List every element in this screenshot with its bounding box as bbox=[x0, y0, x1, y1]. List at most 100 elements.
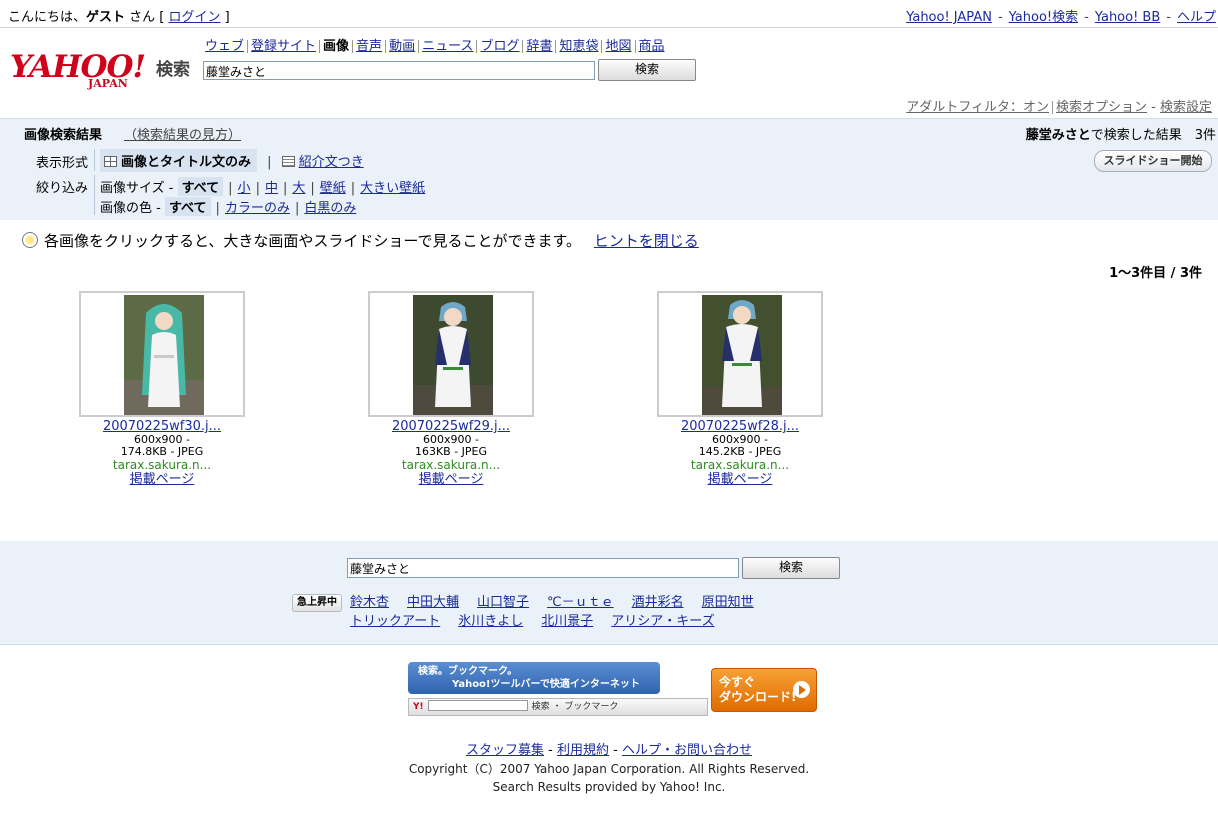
play-icon bbox=[793, 681, 810, 698]
ad-toolbar-preview: Y! 検索 ・ ブックマーク bbox=[408, 698, 708, 716]
display-grid-option: 画像とタイトル文のみ bbox=[100, 149, 258, 172]
slideshow-button[interactable]: スライドショー開始 bbox=[1094, 150, 1212, 172]
staff-recruit-link[interactable]: スタッフ募集 bbox=[466, 743, 544, 758]
bottom-search-button[interactable]: 検索 bbox=[742, 557, 840, 579]
size-all: すべて bbox=[177, 177, 224, 196]
hint-bar: 各画像をクリックすると、大きな画面やスライドショーで見ることができます。 ヒント… bbox=[22, 230, 699, 251]
image-filename-link[interactable]: 20070225wf30.j... bbox=[79, 419, 245, 434]
results-title: 画像検索結果 bbox=[24, 128, 103, 143]
image-result: 20070225wf28.j... 600x900 - 145.2KB - JP… bbox=[657, 291, 823, 488]
howto-link[interactable]: （検索結果の見方） bbox=[124, 124, 241, 143]
search-prefs-link[interactable]: 検索設定 bbox=[1160, 100, 1212, 115]
close-hint-link[interactable]: ヒントを閉じる bbox=[594, 232, 699, 250]
tab-chiebukuro[interactable]: 知恵袋 bbox=[559, 39, 598, 54]
yahoo-logo[interactable]: YAHOO! JAPAN 検索 bbox=[10, 50, 195, 94]
source-page-link[interactable]: 掲載ページ bbox=[419, 472, 484, 487]
login-link[interactable]: ログイン bbox=[169, 10, 221, 25]
size-small[interactable]: 小 bbox=[238, 181, 251, 196]
image-filesize: 145.2KB - JPEG bbox=[698, 445, 782, 458]
color-filter: 画像の色 - すべて | カラーのみ | 白黒のみ bbox=[100, 197, 356, 216]
rising-badge: 急上昇中 bbox=[292, 594, 342, 612]
rising-keyword[interactable]: 酒井彩名 bbox=[632, 595, 684, 610]
terms-link[interactable]: 利用規約 bbox=[557, 743, 609, 758]
pager: 1〜3件目 / 3件 bbox=[1109, 266, 1202, 281]
image-host: tarax.sakura.n... bbox=[112, 458, 212, 472]
image-thumbnail[interactable] bbox=[657, 291, 823, 417]
rising-keywords-row1: 鈴木杏 中田大輔 山口智子 ℃－ｕｔｅ 酒井彩名 原田知世 bbox=[350, 591, 772, 610]
size-large-wallpaper[interactable]: 大きい壁紙 bbox=[360, 181, 425, 196]
source-page-link[interactable]: 掲載ページ bbox=[708, 472, 773, 487]
display-mode: 画像とタイトル文のみ | 紹介文つき bbox=[100, 149, 364, 172]
size-large[interactable]: 大 bbox=[292, 181, 305, 196]
top-bar: こんにちは、ゲスト さん [ ログイン ] Yahoo! JAPAN - Yahoo… bbox=[0, 0, 1218, 28]
search-settings: アダルトフィルタ：オン 検索オプション - 検索設定 bbox=[906, 100, 1212, 115]
logo-japan: JAPAN bbox=[88, 77, 128, 90]
tab-news[interactable]: ニュース bbox=[422, 39, 473, 54]
tab-dictionary[interactable]: 辞書 bbox=[526, 39, 552, 54]
color-only[interactable]: カラーのみ bbox=[225, 201, 290, 216]
tab-map[interactable]: 地図 bbox=[605, 39, 631, 54]
yahoo-japan-link[interactable]: Yahoo! JAPAN bbox=[906, 10, 992, 25]
rising-keyword[interactable]: 北川景子 bbox=[541, 614, 593, 629]
image-result: 20070225wf29.j... 600x900 - 163KB - JPEG… bbox=[368, 291, 534, 488]
adult-filter-link[interactable]: アダルトフィルタ：オン bbox=[906, 100, 1049, 115]
rising-keyword[interactable]: トリックアート bbox=[350, 614, 440, 629]
help-link[interactable]: ヘルプ bbox=[1177, 10, 1216, 25]
result-count: 藤堂みさとで検索した結果 3件 bbox=[1026, 124, 1216, 143]
source-page-link[interactable]: 掲載ページ bbox=[130, 472, 195, 487]
list-icon bbox=[281, 156, 295, 167]
help-contact-link[interactable]: ヘルプ・お問い合わせ bbox=[622, 743, 752, 758]
rising-keyword[interactable]: 鈴木杏 bbox=[350, 595, 389, 610]
greeting-prefix: こんにちは、 bbox=[8, 10, 87, 25]
yahoo-y-icon: Y! bbox=[413, 702, 424, 712]
guest-name: ゲスト bbox=[86, 10, 126, 25]
rising-keyword[interactable]: 氷川きよし bbox=[458, 614, 523, 629]
image-filesize: 174.8KB - JPEG bbox=[120, 445, 204, 458]
tab-directory[interactable]: 登録サイト bbox=[251, 39, 316, 54]
grid-icon bbox=[104, 156, 117, 167]
yahoo-search-link[interactable]: Yahoo!検索 bbox=[1009, 10, 1078, 25]
download-button[interactable]: 今すぐ ダウンロード! bbox=[711, 668, 817, 712]
tab-web[interactable]: ウェブ bbox=[205, 39, 244, 54]
ad-bubble: 検索。ブックマーク。 Yahoo!ツールバーで快適インターネット bbox=[408, 662, 660, 694]
rising-keyword[interactable]: 原田知世 bbox=[702, 595, 754, 610]
yahoo-bb-link[interactable]: Yahoo! BB bbox=[1095, 10, 1160, 25]
search-button[interactable]: 検索 bbox=[598, 59, 696, 81]
tab-images: 画像 bbox=[323, 39, 350, 54]
display-label: 表示形式 bbox=[36, 156, 89, 171]
results-panel: 画像検索結果 （検索結果の見方） 藤堂みさとで検索した結果 3件 表示形式 画像… bbox=[0, 118, 1218, 220]
rising-keyword[interactable]: 中田大輔 bbox=[407, 595, 459, 610]
thumbnail-image bbox=[702, 295, 782, 415]
count-term: 藤堂みさと bbox=[1025, 128, 1091, 143]
narrow-label: 絞り込み bbox=[36, 181, 89, 196]
image-thumbnail[interactable] bbox=[79, 291, 245, 417]
bottom-search-input[interactable]: 藤堂みさと bbox=[347, 558, 739, 578]
tab-video[interactable]: 動画 bbox=[389, 39, 415, 54]
thumbnail-image bbox=[413, 295, 493, 415]
rising-keyword[interactable]: 山口智子 bbox=[477, 595, 529, 610]
image-filename-link[interactable]: 20070225wf29.j... bbox=[368, 419, 534, 434]
search-input[interactable]: 藤堂みさと bbox=[203, 61, 595, 80]
rising-keyword[interactable]: アリシア・キーズ bbox=[611, 614, 714, 629]
image-result: 20070225wf30.j... 600x900 - 174.8KB - JP… bbox=[79, 291, 245, 488]
tab-shopping[interactable]: 商品 bbox=[639, 39, 665, 54]
greeting: こんにちは、ゲスト さん [ ログイン ] bbox=[8, 6, 230, 25]
greeting-close: ] bbox=[220, 10, 230, 25]
image-thumbnail[interactable] bbox=[368, 291, 534, 417]
copyright: Copyright（C）2007 Yahoo Japan Corporation… bbox=[408, 762, 810, 776]
display-list-option[interactable]: 紹介文つき bbox=[299, 155, 364, 170]
image-filename-link[interactable]: 20070225wf28.j... bbox=[657, 419, 823, 434]
size-medium[interactable]: 中 bbox=[265, 181, 278, 196]
color-all: すべて bbox=[164, 197, 211, 216]
rising-keyword[interactable]: ℃－ｕｔｅ bbox=[547, 595, 614, 610]
tab-blog[interactable]: ブログ bbox=[480, 39, 519, 54]
size-wallpaper[interactable]: 壁紙 bbox=[320, 181, 346, 196]
search-options-link[interactable]: 検索オプション bbox=[1056, 100, 1147, 115]
toolbar-ad-banner[interactable]: 検索。ブックマーク。 Yahoo!ツールバーで快適インターネット Y! 検索 ・ … bbox=[408, 662, 820, 718]
tab-audio[interactable]: 音声 bbox=[356, 39, 382, 54]
footer-links: スタッフ募集 - 利用規約 - ヘルプ・お問い合わせ bbox=[466, 743, 752, 758]
monochrome-only[interactable]: 白黒のみ bbox=[304, 201, 356, 216]
provided-by: Search Results provided by Yahoo! Inc. bbox=[492, 780, 726, 794]
thumbnail-image bbox=[124, 295, 204, 415]
image-host: tarax.sakura.n... bbox=[690, 458, 790, 472]
